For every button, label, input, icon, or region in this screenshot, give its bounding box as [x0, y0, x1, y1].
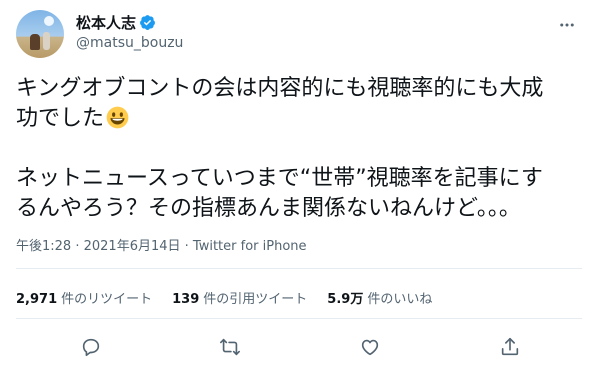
retweets-stat[interactable]: 2,971 件のリツイート — [16, 288, 152, 307]
tweet-date[interactable]: 2021年6月14日 — [84, 239, 181, 254]
display-name[interactable]: 松本人志 — [76, 12, 136, 33]
more-icon[interactable] — [556, 14, 578, 36]
handle[interactable]: @matsu_bouzu — [76, 35, 183, 51]
divider — [16, 318, 582, 319]
tweet-time[interactable]: 午後1:28 — [16, 239, 71, 254]
tweet-text: キングオブコントの会は内容的にも視聴率的にも大成 功でした ネットニュースってい… — [16, 74, 582, 224]
likes-stat[interactable]: 5.9万 件のいいね — [327, 288, 432, 307]
share-icon[interactable] — [497, 334, 523, 360]
tweet-line: ネットニュースっていつまで“世帯”視聴率を記事にす — [16, 166, 543, 191]
tweet-meta: 午後1:28 · 2021年6月14日 · Twitter for iPhone — [16, 239, 307, 254]
verified-icon — [140, 14, 155, 30]
tweet-line: 功でした — [16, 104, 582, 134]
avatar[interactable] — [16, 10, 64, 58]
author-names: 松本人志 @matsu_bouzu — [76, 12, 183, 52]
tweet-stats: 2,971 件のリツイート 139 件の引用ツイート 5.9万 件のいいね — [16, 288, 452, 307]
divider — [16, 268, 582, 269]
reply-icon[interactable] — [78, 334, 104, 360]
action-bar — [16, 330, 582, 364]
smiling-face-emoji-icon — [106, 106, 129, 129]
retweet-icon[interactable] — [217, 334, 243, 360]
quotes-stat[interactable]: 139 件の引用ツイート — [172, 288, 307, 307]
tweet-line: キングオブコントの会は内容的にも視聴率的にも大成 — [16, 76, 544, 101]
tweet-header: 松本人志 @matsu_bouzu — [16, 10, 582, 58]
tweet-source[interactable]: Twitter for iPhone — [193, 239, 307, 254]
like-icon[interactable] — [357, 334, 383, 360]
tweet-line: るんやろう？その指標あんま関係ないねんけど。。。 — [16, 196, 521, 221]
